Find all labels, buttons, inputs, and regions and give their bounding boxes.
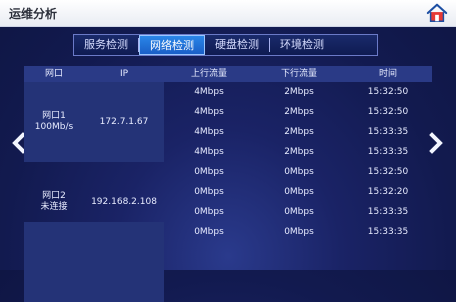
header-port: 网口 [44, 69, 63, 79]
table-row: 0Mbps 0Mbps 15:33:35 [24, 202, 432, 222]
download-value: 0Mbps [284, 207, 314, 217]
tab-disk[interactable]: 硬盘检测 [205, 35, 269, 55]
upload-value: 4Mbps [194, 87, 224, 97]
download-value: 2Mbps [284, 87, 314, 97]
download-value: 0Mbps [284, 227, 314, 237]
header-time: 时间 [378, 69, 397, 79]
tab-environment[interactable]: 环境检测 [270, 35, 334, 55]
time-value: 15:32:50 [367, 107, 409, 117]
time-value: 15:33:35 [367, 127, 409, 137]
table-header: 网口 IP 上行流量 下行流量 时间 [24, 66, 432, 82]
download-value: 2Mbps [284, 127, 314, 137]
table-row: 4Mbps 2Mbps 15:33:35 [24, 142, 432, 162]
upload-value: 4Mbps [194, 107, 224, 117]
tab-divider [269, 38, 270, 52]
upload-value: 0Mbps [194, 227, 224, 237]
table-row: 0Mbps 0Mbps 15:32:20 [24, 182, 432, 202]
tab-service[interactable]: 服务检测 [74, 35, 138, 55]
download-value: 0Mbps [284, 167, 314, 177]
upload-value: 4Mbps [194, 147, 224, 157]
page-title: 运维分析 [9, 7, 58, 21]
upload-value: 0Mbps [194, 167, 224, 177]
header-ip: IP [119, 69, 129, 79]
time-value: 15:33:35 [367, 227, 409, 237]
time-value: 15:32:20 [367, 187, 409, 197]
table-row: 0Mbps 0Mbps 15:32:50 [24, 162, 432, 182]
table-row: 4Mbps 2Mbps 15:32:50 [24, 82, 432, 102]
table-row: 0Mbps 0Mbps 15:33:35 [24, 222, 432, 242]
upload-value: 0Mbps [194, 207, 224, 217]
tab-divider [138, 38, 139, 52]
download-value: 0Mbps [284, 187, 314, 197]
network-table: 网口 IP 上行流量 下行流量 时间 网口1 100Mb/s 172.7.1.6… [24, 66, 432, 302]
header-upload: 上行流量 [190, 69, 227, 79]
download-value: 2Mbps [284, 147, 314, 157]
table-row: 4Mbps 2Mbps 15:32:50 [24, 102, 432, 122]
upload-value: 0Mbps [194, 187, 224, 197]
download-value: 2Mbps [284, 107, 314, 117]
header-download: 下行流量 [280, 69, 317, 79]
home-icon [426, 3, 448, 22]
upload-value: 4Mbps [194, 127, 224, 137]
time-value: 15:32:50 [367, 167, 409, 177]
home-button[interactable] [426, 2, 448, 24]
title-bar: 运维分析 [0, 0, 456, 27]
time-value: 15:33:35 [367, 207, 409, 217]
tab-network[interactable]: 网络检测 [139, 35, 205, 55]
table-row: 4Mbps 2Mbps 15:33:35 [24, 122, 432, 142]
time-value: 15:33:35 [367, 147, 409, 157]
time-value: 15:32:50 [367, 87, 409, 97]
detection-tabs: 服务检测 网络检测 硬盘检测 环境检测 [73, 34, 378, 56]
